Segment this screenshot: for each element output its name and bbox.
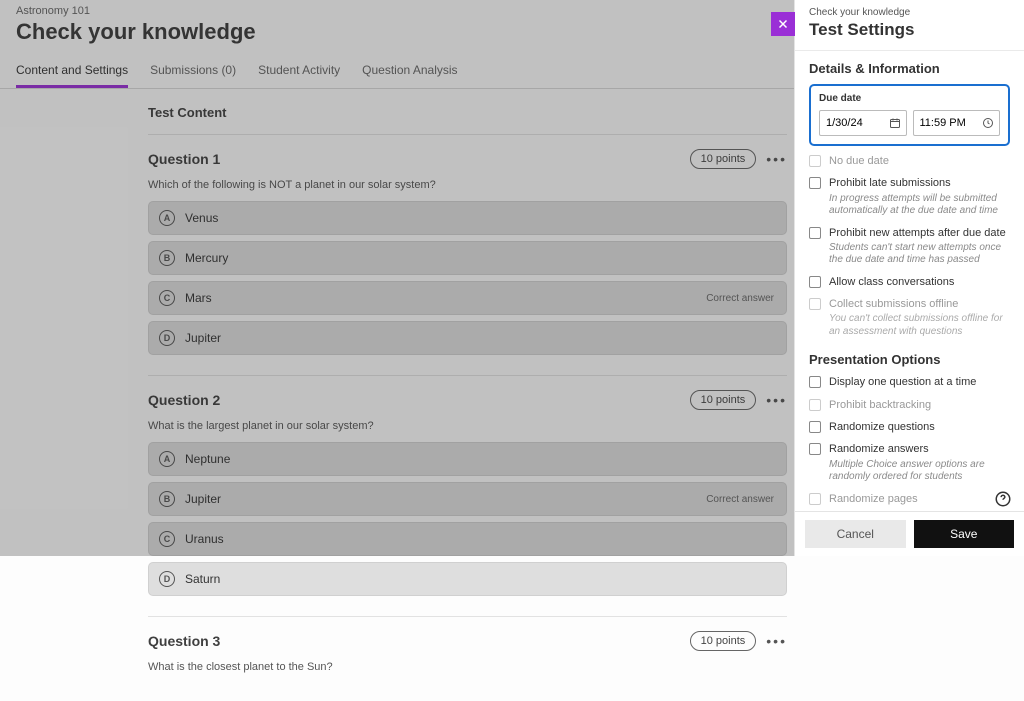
choice-letter: D — [159, 330, 175, 346]
tab-question-analysis[interactable]: Question Analysis — [362, 55, 457, 88]
correct-tag: Correct answer — [706, 293, 774, 304]
rand-a-check[interactable]: Randomize answersMultiple Choice answer … — [809, 442, 1010, 483]
answer-choice[interactable]: C Uranus — [148, 522, 787, 556]
help-icon[interactable] — [994, 490, 1012, 508]
choice-label: Mercury — [185, 251, 228, 265]
points-pill[interactable]: 10 points — [690, 631, 757, 651]
choice-letter: C — [159, 531, 175, 547]
answer-choice[interactable]: A Neptune — [148, 442, 787, 476]
question-title: Question 3 — [148, 633, 220, 649]
close-icon — [776, 17, 790, 31]
prohibit-late-check[interactable]: Prohibit late submissionsIn progress att… — [809, 176, 1010, 217]
rand-q-check[interactable]: Randomize questions — [809, 420, 1010, 434]
more-icon[interactable]: ••• — [766, 633, 787, 649]
choice-label: Jupiter — [185, 492, 221, 506]
choice-letter: C — [159, 290, 175, 306]
question-title: Question 2 — [148, 392, 220, 408]
more-icon[interactable]: ••• — [766, 151, 787, 167]
answer-choice[interactable]: C Mars Correct answer — [148, 281, 787, 315]
points-pill[interactable]: 10 points — [690, 390, 757, 410]
details-title: Details & Information — [809, 61, 1010, 76]
tab-student-activity[interactable]: Student Activity — [258, 55, 340, 88]
choice-label: Neptune — [185, 452, 230, 466]
choice-letter: D — [159, 571, 175, 587]
question-prompt: Which of the following is NOT a planet i… — [148, 179, 787, 191]
tab-submissions[interactable]: Submissions (0) — [150, 55, 236, 88]
display-one-check[interactable]: Display one question at a time — [809, 375, 1010, 389]
close-button[interactable] — [771, 12, 795, 36]
choice-label: Venus — [185, 211, 218, 225]
choice-label: Jupiter — [185, 331, 221, 345]
tab-content-settings[interactable]: Content and Settings — [16, 55, 128, 88]
save-button[interactable]: Save — [914, 520, 1015, 548]
choice-label: Mars — [185, 291, 212, 305]
collect-offline-check: Collect submissions offlineYou can't col… — [809, 297, 1010, 338]
question-title: Question 1 — [148, 151, 220, 167]
prohibit-new-check[interactable]: Prohibit new attempts after due dateStud… — [809, 226, 1010, 267]
allow-class-check[interactable]: Allow class conversations — [809, 275, 1010, 289]
panel-kicker: Check your knowledge — [809, 7, 1010, 18]
choice-letter: A — [159, 210, 175, 226]
due-date-fieldgroup: Due date — [809, 84, 1010, 146]
panel-title: Test Settings — [809, 20, 1010, 40]
question-prompt: What is the largest planet in our solar … — [148, 420, 787, 432]
question-block: Question 1 10 points ••• Which of the fo… — [148, 134, 787, 375]
choice-letter: A — [159, 451, 175, 467]
choice-letter: B — [159, 250, 175, 266]
presentation-title: Presentation Options — [809, 352, 1010, 367]
test-content-title: Test Content — [148, 105, 787, 120]
answer-choice[interactable]: B Jupiter Correct answer — [148, 482, 787, 516]
answer-choice[interactable]: D Jupiter — [148, 321, 787, 355]
question-prompt: What is the closest planet to the Sun? — [148, 661, 787, 673]
correct-tag: Correct answer — [706, 494, 774, 505]
no-due-date-check: No due date — [809, 154, 1010, 168]
question-block: Question 3 10 points ••• What is the clo… — [148, 616, 787, 687]
answer-choice[interactable]: B Mercury — [148, 241, 787, 275]
choice-label: Uranus — [185, 532, 224, 546]
clock-icon — [982, 117, 994, 129]
answer-choice[interactable]: A Venus — [148, 201, 787, 235]
choice-letter: B — [159, 491, 175, 507]
more-icon[interactable]: ••• — [766, 392, 787, 408]
calendar-icon — [889, 117, 901, 129]
cancel-button[interactable]: Cancel — [805, 520, 906, 548]
due-date-legend: Due date — [819, 93, 1000, 104]
prohibit-back-check: Prohibit backtracking — [809, 398, 1010, 412]
rand-pages-check: Randomize pages — [809, 492, 1010, 506]
settings-panel: Check your knowledge Test Settings Detai… — [794, 0, 1024, 556]
question-block: Question 2 10 points ••• What is the lar… — [148, 375, 787, 616]
choice-label: Saturn — [185, 572, 220, 586]
points-pill[interactable]: 10 points — [690, 149, 757, 169]
answer-choice[interactable]: D Saturn — [148, 562, 787, 596]
